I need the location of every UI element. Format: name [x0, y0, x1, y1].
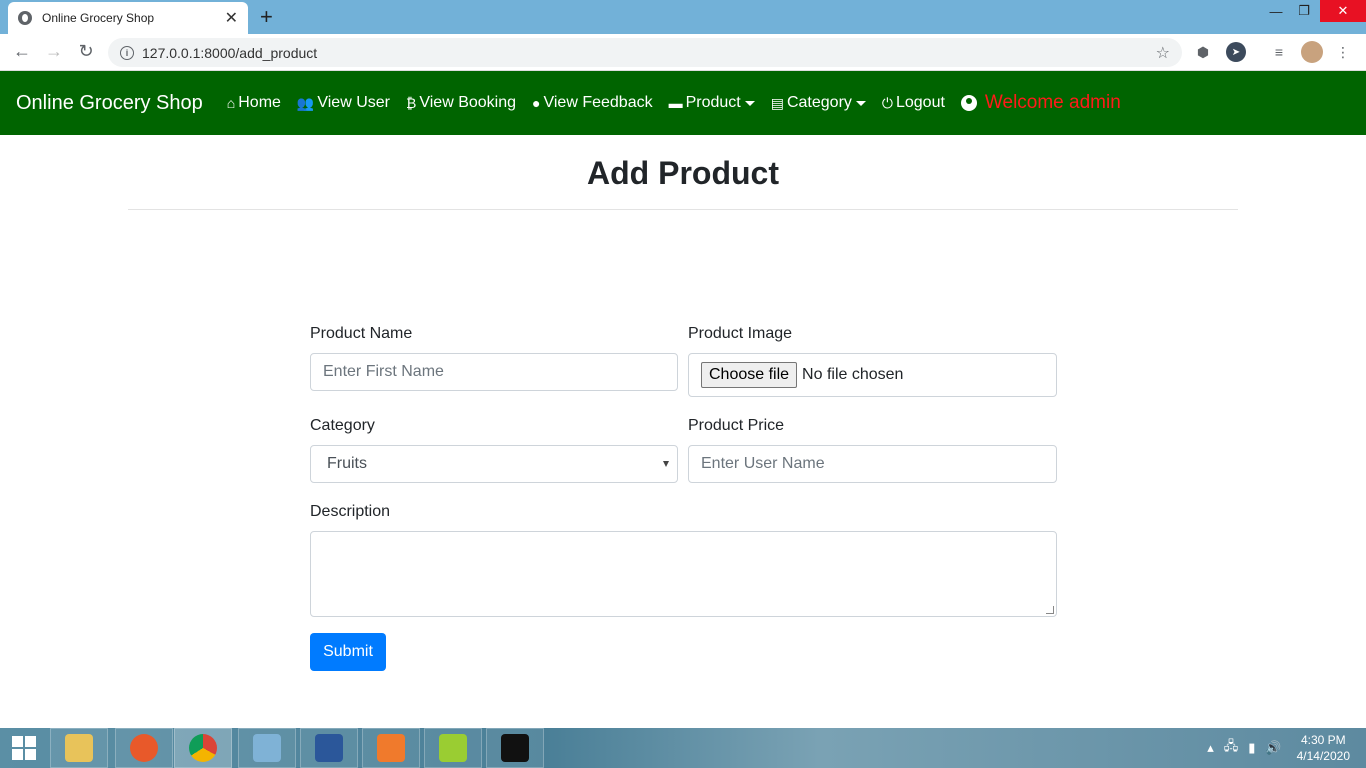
- welcome-user: Welcome admin: [960, 92, 1121, 114]
- file-explorer-taskbar-icon[interactable]: [50, 728, 108, 768]
- tray-up-arrow-icon[interactable]: ▴: [1207, 740, 1214, 756]
- profile-avatar[interactable]: [1301, 41, 1323, 63]
- clock[interactable]: 4:30 PM 4/14/2020: [1297, 732, 1350, 764]
- choose-file-button[interactable]: Choose file: [701, 362, 798, 388]
- site-navbar: Online Grocery Shop ⌂ Home 👥 View User ₿…: [0, 71, 1366, 135]
- chat-icon: ●: [532, 95, 541, 111]
- divider: [128, 209, 1238, 210]
- description-label: Description: [310, 503, 391, 520]
- users-icon: 👥: [296, 94, 315, 111]
- submit-button[interactable]: Submit: [310, 633, 386, 671]
- cmd-taskbar-icon[interactable]: [486, 728, 544, 768]
- nav-view-user-label: View User: [317, 94, 390, 111]
- address-bar: ← → ↻ i 127.0.0.1:8000/add_product ☆ ⬢ ➤…: [0, 34, 1366, 71]
- brand-link[interactable]: Online Grocery Shop: [16, 92, 203, 115]
- bitcoin-icon: ₿: [405, 95, 417, 111]
- xampp-taskbar-icon[interactable]: [362, 728, 420, 768]
- nav-category-dropdown[interactable]: ▤ Category: [771, 94, 866, 112]
- start-button[interactable]: [0, 728, 48, 768]
- clock-date: 4/14/2020: [1296, 749, 1350, 763]
- nav-category-label: Category: [786, 94, 852, 111]
- reload-icon[interactable]: ↻: [74, 41, 98, 62]
- back-arrow-icon[interactable]: ←: [10, 41, 34, 62]
- nav-view-feedback[interactable]: ● View Feedback: [532, 94, 653, 112]
- notepad-taskbar-icon[interactable]: [238, 728, 296, 768]
- product-image-file-input[interactable]: Choose file No file chosen: [688, 353, 1057, 397]
- product-image-label: Product Image: [688, 325, 793, 342]
- bookmark-star-icon[interactable]: ☆: [1156, 43, 1170, 63]
- volume-icon[interactable]: 🔊: [1265, 740, 1281, 756]
- firefox-taskbar-icon[interactable]: [115, 728, 173, 768]
- site-info-icon[interactable]: i: [120, 45, 134, 60]
- nav-product-dropdown[interactable]: ▬ Product: [669, 94, 755, 112]
- nav-home[interactable]: ⌂ Home: [227, 94, 281, 112]
- resize-handle-icon[interactable]: [1046, 606, 1054, 614]
- category-label: Category: [310, 417, 375, 434]
- no-file-text: No file chosen: [802, 366, 904, 383]
- clock-time: 4:30 PM: [1300, 733, 1346, 747]
- description-textarea[interactable]: [310, 531, 1057, 617]
- extension-cube-icon[interactable]: ⬢: [1193, 42, 1213, 62]
- nav-view-user[interactable]: 👥 View User: [297, 94, 390, 112]
- select-arrow-icon: [663, 461, 669, 467]
- new-tab-button[interactable]: +: [260, 4, 273, 30]
- caret-down-icon: [855, 100, 866, 106]
- forward-arrow-icon[interactable]: →: [42, 41, 66, 62]
- system-tray: ▴ 🖧 ▮ 🔊 4:30 PM 4/14/2020: [1202, 728, 1366, 768]
- battery-icon[interactable]: ▮: [1248, 740, 1255, 756]
- globe-icon: [18, 11, 32, 25]
- browser-tab-bar: Online Grocery Shop ✕ + — ❐ ✕: [0, 0, 1366, 34]
- category-selected-value: Fruits: [327, 455, 367, 472]
- nav-logout-label: Logout: [895, 94, 945, 111]
- url-text: 127.0.0.1:8000/add_product: [142, 44, 318, 61]
- category-select[interactable]: Fruits: [310, 445, 678, 483]
- extension-cursor-icon[interactable]: ➤: [1226, 42, 1246, 62]
- nav-product-label: Product: [685, 94, 741, 111]
- tab-close-icon[interactable]: ✕: [225, 8, 238, 28]
- power-icon: ⏻: [881, 94, 893, 111]
- minimize-button[interactable]: —: [1261, 0, 1291, 22]
- product-name-input[interactable]: Enter First Name: [310, 353, 678, 391]
- nav-logout[interactable]: ⏻ Logout: [882, 94, 945, 112]
- product-price-input[interactable]: Enter User Name: [688, 445, 1057, 483]
- notepad-plus-taskbar-icon[interactable]: [424, 728, 482, 768]
- tab-title: Online Grocery Shop: [42, 11, 155, 25]
- windows-logo-icon: [12, 736, 36, 760]
- nav-view-booking[interactable]: ₿ View Booking: [406, 94, 516, 112]
- welcome-text: Welcome admin: [984, 92, 1121, 113]
- restore-button[interactable]: ❐: [1289, 0, 1319, 22]
- list-icon: ▤: [770, 94, 784, 111]
- browser-tab[interactable]: Online Grocery Shop ✕: [8, 2, 248, 34]
- word-taskbar-icon[interactable]: [300, 728, 358, 768]
- chrome-taskbar-icon[interactable]: [174, 728, 232, 768]
- home-icon: ⌂: [226, 95, 236, 111]
- nav-home-label: Home: [238, 94, 281, 111]
- menu-dots-icon[interactable]: ⋮: [1333, 42, 1353, 62]
- box-icon: ▬: [668, 95, 683, 111]
- nav-view-feedback-label: View Feedback: [543, 94, 653, 111]
- nav-view-booking-label: View Booking: [419, 94, 517, 111]
- close-window-button[interactable]: ✕: [1320, 0, 1366, 22]
- product-name-label: Product Name: [310, 325, 413, 342]
- user-circle-icon: [960, 95, 977, 111]
- taskbar: ▴ 🖧 ▮ 🔊 4:30 PM 4/14/2020: [0, 728, 1366, 768]
- page-title: Add Product: [587, 155, 779, 191]
- url-field[interactable]: i 127.0.0.1:8000/add_product ☆: [108, 38, 1182, 67]
- network-icon[interactable]: 🖧: [1224, 737, 1239, 759]
- product-price-label: Product Price: [688, 417, 785, 434]
- caret-down-icon: [744, 100, 755, 106]
- media-queue-icon[interactable]: ≡: [1269, 42, 1289, 62]
